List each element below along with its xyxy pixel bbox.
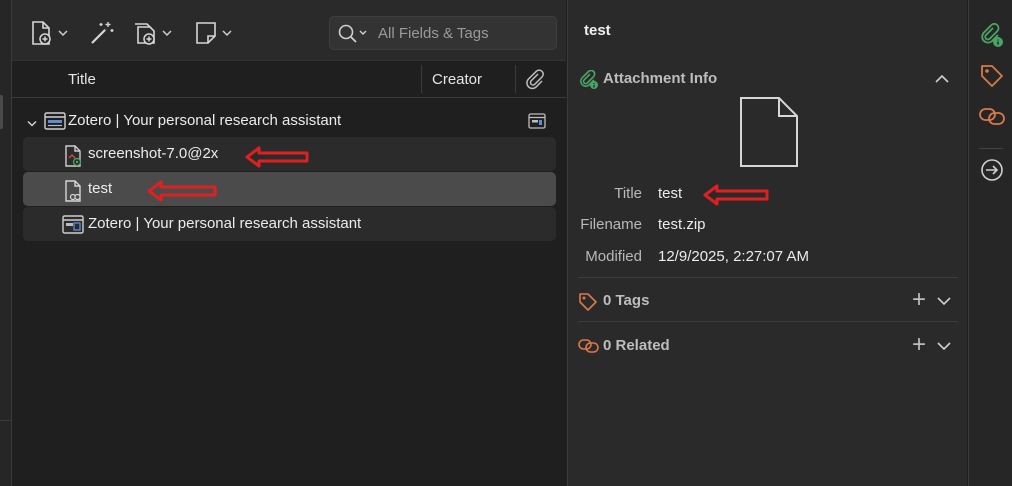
column-resizer[interactable] — [515, 65, 516, 93]
related-section-header[interactable]: 0 Related + — [578, 331, 958, 361]
tags-nav-icon[interactable] — [979, 63, 1005, 93]
chevron-down-icon[interactable] — [936, 294, 952, 311]
divider — [578, 321, 958, 322]
snapshot-icon — [62, 215, 84, 239]
related-icon — [578, 337, 600, 359]
chevron-down-icon[interactable] — [936, 339, 952, 356]
divider — [0, 420, 12, 421]
items-pane: Title Creator Zotero | Your per — [12, 0, 566, 486]
tags-label: 0 Tags — [603, 292, 650, 309]
new-item-button[interactable] — [30, 17, 68, 49]
chevron-down-icon — [162, 30, 172, 37]
field-value-filename[interactable]: test.zip — [658, 216, 706, 233]
field-value-title[interactable]: test — [658, 185, 682, 202]
item-title: Zotero | Your personal research assistan… — [88, 215, 362, 232]
item-title: Zotero | Your personal research assistan… — [68, 112, 342, 129]
chevron-down-icon — [58, 30, 68, 37]
add-attachment-button[interactable] — [132, 17, 172, 49]
column-resizer[interactable] — [421, 65, 422, 93]
attachment-info-icon — [578, 69, 600, 94]
search-box[interactable] — [329, 16, 557, 50]
column-title[interactable]: Title — [68, 71, 96, 88]
pane-splitter-handle[interactable] — [0, 95, 3, 129]
search-icon[interactable] — [337, 24, 369, 48]
items-toolbar — [12, 0, 566, 60]
annotation-arrow — [703, 184, 769, 206]
field-value-modified: 12/9/2025, 2:27:07 AM — [658, 248, 809, 265]
divider — [979, 148, 1003, 149]
related-nav-icon[interactable] — [979, 105, 1005, 131]
pane-header-title: test — [584, 22, 611, 39]
new-note-icon — [196, 22, 216, 44]
chevron-down-icon — [222, 30, 232, 37]
item-title: test — [88, 180, 113, 197]
tags-section-header[interactable]: 0 Tags + — [578, 286, 958, 316]
chevron-down-icon[interactable] — [26, 116, 38, 133]
table-row[interactable]: Zotero | Your personal research assistan… — [12, 104, 566, 138]
add-attachment-icon — [135, 23, 155, 45]
related-label: 0 Related — [603, 337, 670, 354]
tag-icon — [578, 292, 598, 316]
new-note-button[interactable] — [194, 17, 232, 49]
column-header: Title Creator — [12, 60, 566, 98]
new-item-icon — [32, 21, 51, 45]
snapshot-indicator-icon[interactable] — [528, 113, 546, 133]
file-preview-icon — [738, 96, 800, 172]
field-label-filename: Filename — [580, 216, 642, 233]
table-row[interactable]: Zotero | Your personal research assistan… — [23, 207, 556, 241]
add-tag-button[interactable]: + — [912, 288, 926, 312]
annotation-arrow — [147, 180, 217, 202]
chevron-up-icon[interactable] — [934, 72, 950, 89]
paperclip-icon[interactable] — [524, 69, 546, 95]
webpage-icon — [44, 112, 66, 134]
table-row[interactable]: test — [23, 172, 556, 206]
add-by-identifier-button[interactable] — [89, 17, 115, 49]
field-label-modified: Modified — [585, 248, 642, 265]
annotation-arrow — [245, 146, 309, 168]
file-link-icon — [64, 180, 84, 206]
locate-icon[interactable] — [979, 157, 1005, 187]
magic-wand-icon — [91, 22, 114, 44]
image-attachment-icon — [64, 145, 84, 171]
field-label-title: Title — [614, 185, 642, 202]
item-pane: test Attachment Info Title test Filename… — [567, 0, 967, 486]
add-related-button[interactable]: + — [912, 333, 926, 357]
attachment-info-section-header[interactable]: Attachment Info — [578, 64, 958, 94]
attachment-info-nav-icon[interactable] — [979, 22, 1005, 53]
collections-pane-edge[interactable] — [0, 0, 12, 486]
item-title: screenshot-7.0@2x — [88, 145, 219, 162]
attachment-info-label: Attachment Info — [603, 70, 718, 87]
item-pane-sidenav — [968, 0, 1012, 486]
divider — [578, 277, 958, 278]
search-input[interactable] — [378, 17, 548, 49]
column-creator[interactable]: Creator — [432, 71, 482, 88]
